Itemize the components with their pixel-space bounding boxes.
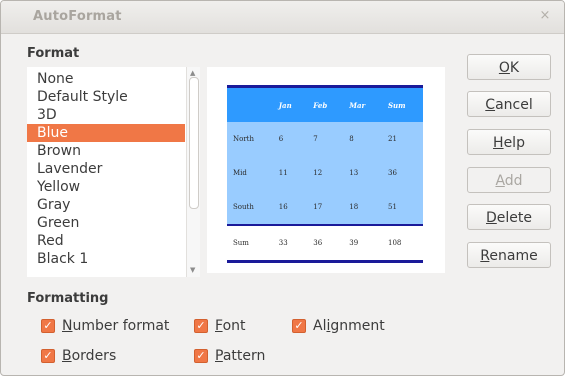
ok-button-mnemonic: O — [498, 60, 510, 76]
autoformat-dialog: AutoFormat × Format None Default Style 3… — [0, 0, 565, 376]
format-list[interactable]: None Default Style 3D Blue Brown Lavende… — [27, 67, 199, 277]
delete-button[interactable]: Delete — [467, 204, 551, 230]
scroll-down-icon[interactable]: ▼ — [190, 266, 195, 274]
preview-cell: 6 — [272, 122, 308, 156]
preview-cell: 17 — [307, 190, 344, 225]
preview-cell: 7 — [307, 122, 344, 156]
list-item[interactable]: Green — [27, 214, 185, 232]
preview-cell: 13 — [343, 156, 382, 190]
scroll-up-icon[interactable]: ▲ — [190, 69, 195, 77]
preview-cell: 11 — [272, 156, 308, 190]
preview-header-cell — [227, 85, 273, 122]
formatting-label: Formatting — [27, 291, 109, 306]
borders-label: Borders — [62, 348, 117, 364]
preview-sum-cell: 39 — [343, 224, 382, 263]
preview-cell: 16 — [272, 190, 308, 225]
cancel-button-label: ancel — [495, 97, 533, 113]
help-button-label: elp — [503, 135, 525, 151]
preview-header-cell: Jan — [272, 85, 308, 122]
preview-header-cell: Feb — [307, 85, 344, 122]
help-button[interactable]: Help — [467, 129, 551, 155]
list-item[interactable]: Default Style — [27, 88, 185, 106]
preview-cell: 51 — [382, 190, 423, 225]
help-button-mnemonic: H — [493, 135, 504, 151]
list-item[interactable]: Gray — [27, 196, 185, 214]
close-icon[interactable]: × — [536, 7, 554, 25]
add-button-mnemonic: A — [495, 173, 505, 189]
pattern-label: Pattern — [215, 348, 266, 364]
preview-cell: Mid — [227, 156, 273, 190]
checkbox-checked-icon[interactable]: ✓ — [292, 319, 306, 333]
dialog-title: AutoFormat — [33, 9, 122, 24]
preview-cell: 21 — [382, 122, 423, 156]
list-item[interactable]: Black 1 — [27, 250, 185, 268]
add-button[interactable]: Add — [467, 167, 551, 193]
rename-button[interactable]: Rename — [467, 242, 551, 268]
list-item[interactable]: Brown — [27, 142, 185, 160]
scroll-thumb[interactable] — [189, 77, 199, 209]
list-item[interactable]: 3D — [27, 106, 185, 124]
preview-sum-cell: 36 — [307, 224, 344, 263]
list-scrollbar[interactable]: ▲ ▼ — [186, 67, 200, 277]
list-item[interactable]: Lavender — [27, 160, 185, 178]
preview-sum-cell: 33 — [272, 224, 308, 263]
preview-cell: 12 — [307, 156, 344, 190]
preview-cell: 8 — [343, 122, 382, 156]
preview-sum-cell: 108 — [382, 224, 423, 263]
list-item[interactable]: Yellow — [27, 178, 185, 196]
format-label: Format — [27, 46, 80, 61]
ok-button-label: K — [509, 60, 520, 76]
preview-cell: 36 — [382, 156, 423, 190]
preview-cell: North — [227, 122, 273, 156]
checkbox-checked-icon[interactable]: ✓ — [194, 319, 208, 333]
font-label: Font — [215, 318, 246, 334]
number-format-label: Number format — [62, 318, 170, 334]
list-item-selected[interactable]: Blue — [27, 124, 185, 142]
alignment-label: Alignment — [313, 318, 385, 334]
title-bar[interactable]: AutoFormat × — [1, 1, 564, 34]
list-item[interactable]: None — [27, 70, 185, 88]
preview-cell: 18 — [343, 190, 382, 225]
preview-cell: South — [227, 190, 273, 225]
preview-table: Jan Feb Mar Sum North 6 7 8 21 Mid 11 12… — [227, 85, 423, 263]
format-preview: Jan Feb Mar Sum North 6 7 8 21 Mid 11 12… — [207, 67, 445, 273]
delete-button-label: elete — [496, 210, 532, 226]
preview-header-cell: Mar — [343, 85, 382, 122]
delete-button-mnemonic: D — [486, 210, 497, 226]
list-item[interactable]: Red — [27, 232, 185, 250]
cancel-button[interactable]: Cancel — [467, 91, 551, 117]
ok-button[interactable]: OK — [467, 54, 551, 80]
preview-sum-cell: Sum — [227, 224, 273, 263]
preview-header-cell: Sum — [382, 85, 423, 122]
checkbox-checked-icon[interactable]: ✓ — [41, 349, 55, 363]
rename-button-label: ename — [489, 248, 538, 264]
add-button-label: dd — [504, 173, 523, 189]
cancel-button-mnemonic: C — [485, 97, 496, 113]
checkbox-checked-icon[interactable]: ✓ — [41, 319, 55, 333]
checkbox-checked-icon[interactable]: ✓ — [194, 349, 208, 363]
